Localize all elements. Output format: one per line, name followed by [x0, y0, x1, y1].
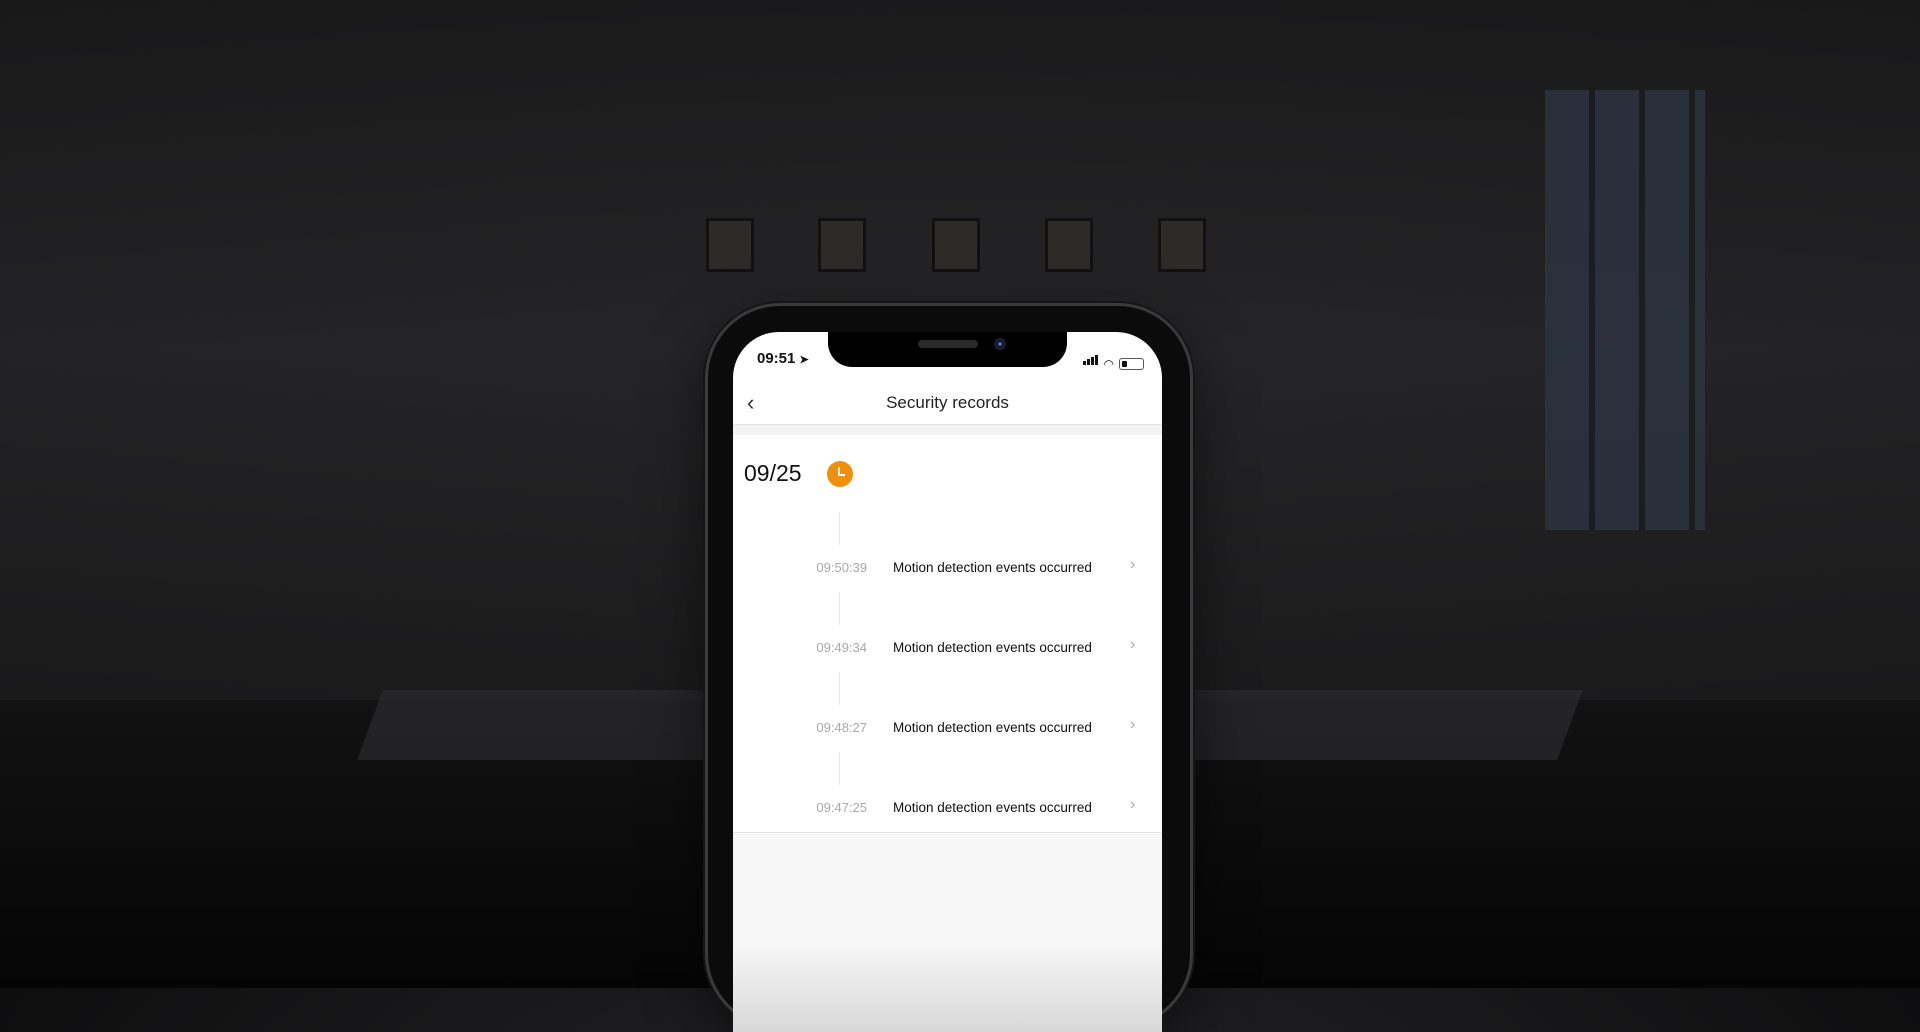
record-message: Motion detection events occurred [893, 560, 1092, 575]
page-title: Security records [886, 393, 1009, 412]
signal-icon [1082, 352, 1099, 370]
clock-icon [827, 461, 853, 487]
timeline-line [839, 512, 840, 545]
divider [733, 424, 1162, 435]
record-row[interactable]: 09:50:39 Motion detection events occurre… [733, 554, 1162, 584]
record-row[interactable]: 09:48:27 Motion detection events occurre… [733, 714, 1162, 744]
status-icons: ◠ [1082, 352, 1144, 371]
chevron-right-icon: › [1130, 796, 1136, 813]
record-message: Motion detection events occurred [893, 640, 1092, 655]
empty-area [733, 832, 1162, 1032]
camera [994, 338, 1006, 350]
wifi-icon: ◠ [1103, 357, 1114, 371]
timeline-line [839, 672, 840, 705]
record-message: Motion detection events occurred [893, 800, 1092, 815]
speaker [918, 340, 978, 348]
record-time: 09:50:39 [816, 560, 867, 575]
record-time: 09:49:34 [816, 640, 867, 655]
chevron-right-icon: › [1130, 556, 1136, 573]
status-time: 09:51 ➤ [757, 350, 809, 367]
record-row[interactable]: 09:49:34 Motion detection events occurre… [733, 634, 1162, 664]
wall-picture [1045, 218, 1093, 272]
timeline-line [839, 752, 840, 785]
wall-picture [706, 218, 754, 272]
date-label: 09/25 [744, 460, 802, 486]
timeline-line [839, 592, 840, 625]
record-row[interactable]: 09:47:25 Motion detection events occurre… [733, 794, 1162, 824]
background-window [1545, 90, 1705, 530]
record-time: 09:48:27 [816, 720, 867, 735]
wall-picture [1158, 218, 1206, 272]
phone-screen: 09:51 ➤ ◠ ‹ Security records 09/25 09:50… [733, 332, 1162, 1032]
battery-icon [1119, 358, 1144, 370]
record-message: Motion detection events occurred [893, 720, 1092, 735]
wall-picture [932, 218, 980, 272]
chevron-right-icon: › [1130, 716, 1136, 733]
chevron-right-icon: › [1130, 636, 1136, 653]
location-arrow-icon: ➤ [799, 354, 809, 366]
header: ‹ Security records [733, 382, 1162, 424]
phone-notch [828, 332, 1067, 367]
status-time-text: 09:51 [757, 350, 796, 367]
record-time: 09:47:25 [816, 800, 867, 815]
wall-picture [818, 218, 866, 272]
